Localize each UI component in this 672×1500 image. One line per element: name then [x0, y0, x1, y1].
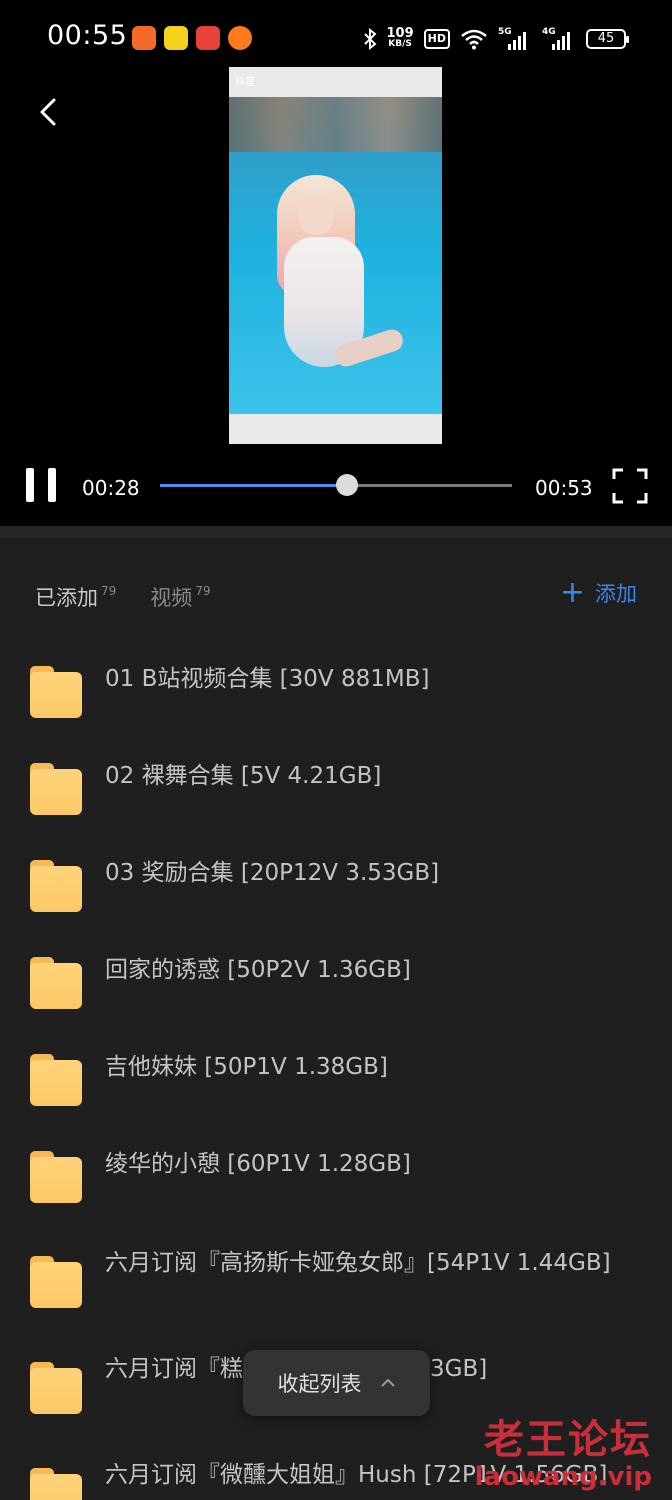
video-frame[interactable]: 抖音 搜寻1000个小视频 [229, 67, 442, 444]
tab-added-count: 79 [101, 584, 117, 598]
folder-icon [30, 860, 82, 912]
plus-icon: + [559, 575, 585, 610]
folder-icon [30, 666, 82, 718]
list-item[interactable]: 02 裸舞合集 [5V 4.21GB] [0, 747, 672, 843]
add-button[interactable]: + 添加 [560, 578, 637, 608]
network-speed-value: 109 [386, 26, 414, 41]
pause-button[interactable] [26, 468, 58, 502]
status-time: 00:55 [47, 20, 128, 51]
collapse-list-label: 收起列表 [277, 1372, 362, 1396]
collapse-list-button[interactable]: 收起列表 [243, 1350, 430, 1416]
folder-icon [30, 1362, 82, 1414]
duration-time: 00:53 [535, 476, 593, 500]
list-item[interactable]: 01 B站视频合集 [30V 881MB] [0, 650, 672, 746]
folder-icon [30, 1468, 82, 1500]
seek-bar[interactable] [160, 474, 512, 496]
list-item-name: 吉他妹妹 [50P1V 1.38GB] [105, 1054, 388, 1080]
hd-voice-icon: HD [423, 29, 450, 49]
list-item[interactable]: 绫华的小憩 [60P1V 1.28GB] [0, 1135, 672, 1231]
meituan-app-icon [164, 26, 188, 50]
folder-icon [30, 957, 82, 1009]
list-item-name: 六月订阅『高扬斯卡娅兔女郎』[54P1V 1.44GB] [105, 1250, 611, 1276]
folder-icon [30, 763, 82, 815]
list-item[interactable]: 吉他妹妹 [50P1V 1.38GB] [0, 1038, 672, 1134]
video-thumbnail-image [229, 97, 442, 414]
battery-icon: 45 [586, 29, 629, 49]
tiktok-logo: 抖音 [235, 77, 255, 88]
qidian-app-icon [196, 26, 220, 50]
back-arrow-icon[interactable] [32, 92, 68, 132]
folder-icon [30, 1256, 82, 1308]
signal-4g-icon: 4G [542, 27, 576, 51]
wifi-icon [461, 29, 487, 50]
status-indicators: 109 KB/S HD 5G 4G 45 [363, 24, 629, 54]
video-figure-face [299, 193, 333, 235]
playlist-tabs: 已添加 79 视频 79 [35, 582, 211, 612]
list-item[interactable]: 回家的诱惑 [50P2V 1.36GB] [0, 941, 672, 1037]
network-speed-unit: KB/S [388, 39, 412, 49]
current-time: 00:28 [82, 476, 140, 500]
folder-icon [30, 1151, 82, 1203]
folder-icon [30, 1054, 82, 1106]
list-item-name: 01 B站视频合集 [30V 881MB] [105, 666, 430, 692]
bluetooth-icon [363, 28, 377, 50]
video-player[interactable]: 抖音 搜寻1000个小视频 00:28 00:53 [0, 67, 672, 526]
tab-videos-count: 79 [195, 584, 211, 598]
video-overlay-text: 搜寻1000个小视频 [374, 77, 434, 85]
list-item-name: 03 奖励合集 [20P12V 3.53GB] [105, 860, 440, 886]
seek-bar-fill [160, 484, 347, 487]
list-item-name: 回家的诱惑 [50P2V 1.36GB] [105, 957, 411, 983]
site-watermark: 老王论坛 laowang.vip [475, 1418, 652, 1492]
list-item-name: 02 裸舞合集 [5V 4.21GB] [105, 763, 382, 789]
add-button-label: 添加 [595, 582, 637, 606]
watermark-url: laowang.vip [474, 1462, 652, 1492]
kuaishou-app-icon [132, 26, 156, 50]
watermark-title: 老王论坛 [484, 1417, 652, 1463]
tab-videos[interactable]: 视频 79 [150, 582, 210, 612]
chevron-up-icon [380, 1378, 395, 1387]
tab-added[interactable]: 已添加 79 [35, 582, 116, 612]
signal-5g-icon: 5G [498, 27, 532, 51]
video-background-crowd [229, 97, 442, 152]
fullscreen-icon[interactable] [612, 468, 648, 504]
battery-level: 45 [597, 31, 615, 46]
list-item-name: 绫华的小憩 [60P1V 1.28GB] [105, 1151, 411, 1177]
playlist-panel: 已添加 79 视频 79 + 添加 01 B站视频合集 [30V 881MB] 02… [0, 526, 672, 1500]
tab-videos-label: 视频 [150, 586, 193, 610]
network-speed: 109 KB/S [386, 26, 414, 50]
list-item[interactable]: 03 奖励合集 [20P12V 3.53GB] [0, 844, 672, 940]
taobao-app-icon [228, 26, 252, 50]
list-item[interactable]: 六月订阅『高扬斯卡娅兔女郎』[54P1V 1.44GB] [0, 1238, 672, 1342]
seek-bar-handle[interactable] [335, 474, 358, 496]
tab-added-label: 已添加 [35, 586, 98, 610]
